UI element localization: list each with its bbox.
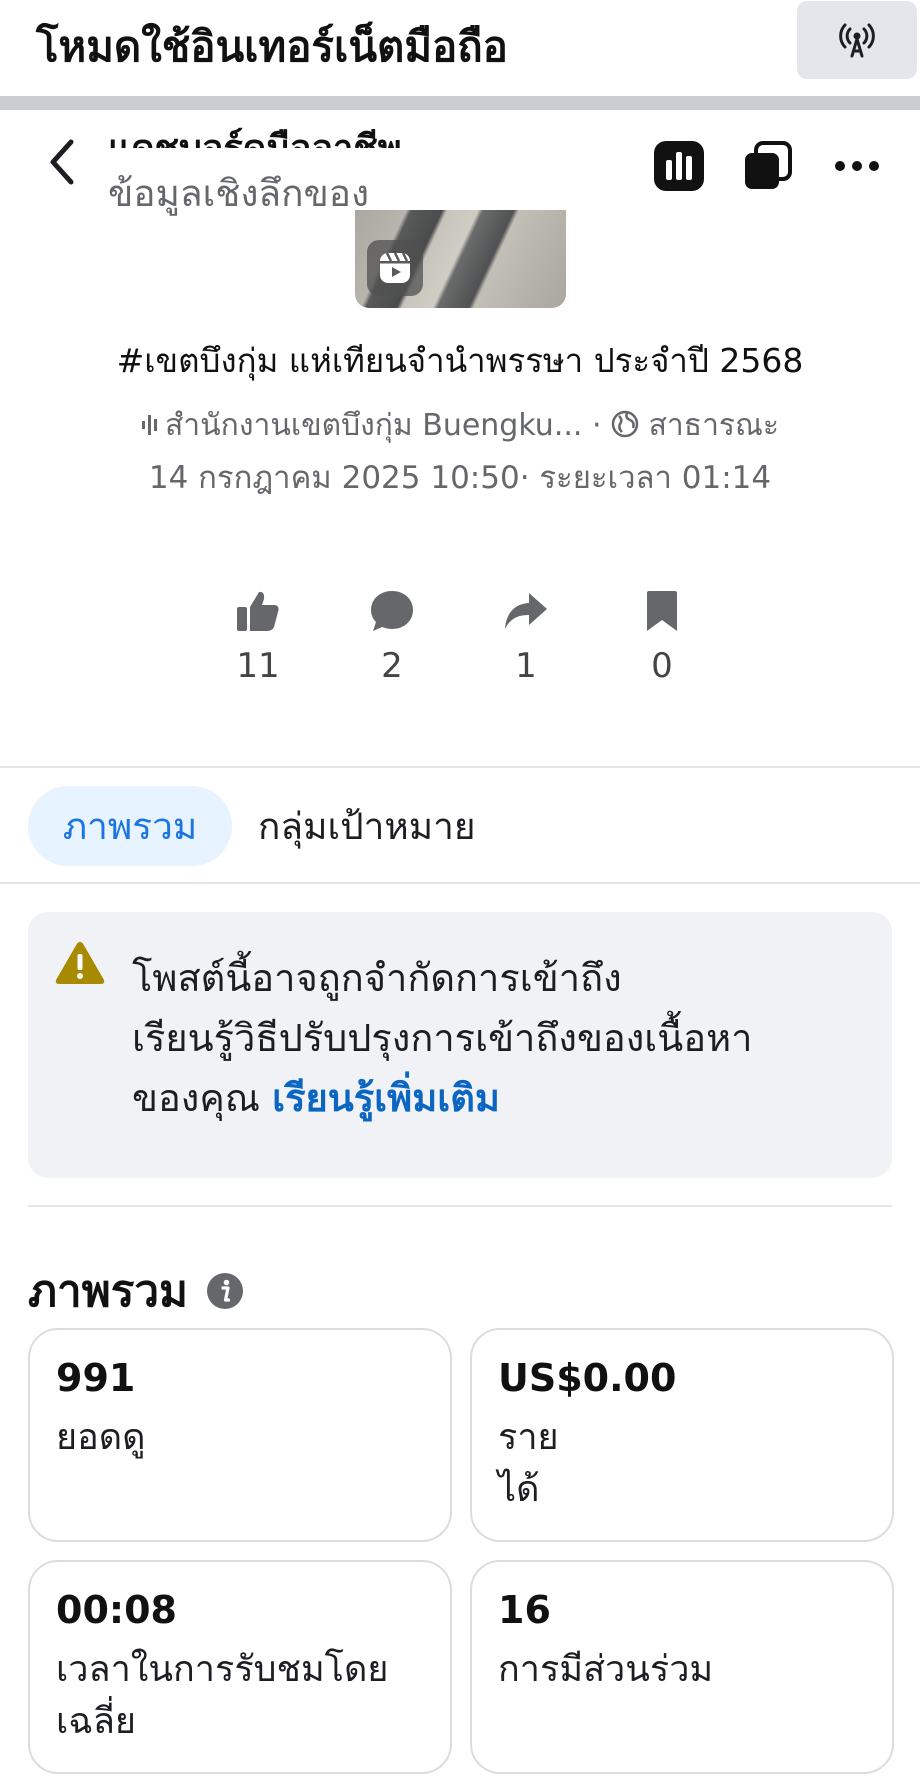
shares-stat: 1: [486, 586, 566, 686]
notice-line-1: โพสต์นี้อาจถูกจำกัดการเข้าถึง: [132, 956, 622, 1000]
more-icon: [835, 161, 879, 171]
info-button[interactable]: [206, 1272, 244, 1310]
comments-count: 2: [381, 646, 403, 686]
engagement-value: 16: [498, 1588, 551, 1632]
post-duration: ระยะเวลา 01:14: [539, 460, 772, 496]
shares-count: 1: [515, 646, 537, 686]
likes-count: 11: [236, 646, 280, 686]
back-button[interactable]: [40, 132, 84, 192]
overview-title: ภาพรวม: [28, 1266, 189, 1317]
saves-stat: 0: [622, 586, 702, 686]
notice-line-3: ของคุณ: [132, 1076, 273, 1120]
post-meta: สำนักงานเขตบึงกุ่ม Buengku... · สาธารณะ: [0, 402, 920, 449]
earnings-value: US$0.00: [498, 1356, 677, 1400]
comments-stat: 2: [352, 586, 432, 686]
back-arrow-icon: [50, 139, 74, 185]
divider: [0, 882, 920, 884]
copy-button[interactable]: [740, 138, 796, 194]
comment-icon: [371, 591, 413, 631]
likes-stat: 11: [218, 586, 298, 686]
meta-separator: ·: [591, 408, 602, 443]
more-button[interactable]: [829, 138, 885, 194]
reels-icon: [380, 252, 410, 283]
learn-more-link[interactable]: เรียนรู้เพิ่มเติม: [272, 1076, 500, 1120]
share-icon: [505, 593, 547, 629]
date-separator: ·: [519, 460, 530, 496]
mobile-data-banner: โหมดใช้อินเทอร์เน็ตมือถือ: [0, 0, 920, 96]
avg-watch-time-value: 00:08: [56, 1588, 177, 1632]
engagement-card[interactable]: 16 การมีส่วนร่วม: [470, 1560, 894, 1774]
post-author[interactable]: สำนักงานเขตบึงกุ่ม Buengku...: [165, 408, 582, 443]
views-card[interactable]: 991 ยอดดู: [28, 1328, 452, 1542]
warning-icon: [55, 942, 105, 984]
divider: [28, 1205, 892, 1207]
saves-count: 0: [651, 646, 673, 686]
like-icon: [237, 591, 279, 631]
bookmark-icon: [647, 591, 677, 631]
insights-button[interactable]: [651, 138, 707, 194]
banner-divider: [0, 96, 920, 110]
post-audience: สาธารณะ: [648, 408, 779, 443]
avg-watch-time-label: เวลาในการรับชมโดยเฉลี่ย: [56, 1649, 389, 1742]
copy-icon: [745, 141, 792, 189]
earnings-card[interactable]: US$0.00 รายได้: [470, 1328, 894, 1542]
views-label: ยอดดู: [56, 1417, 146, 1458]
notice-text: โพสต์นี้อาจถูกจำกัดการเข้าถึง เรียนรู้วิ…: [132, 948, 872, 1128]
bar-chart-icon: [654, 141, 704, 191]
globe-icon: [611, 410, 639, 438]
post-thumbnail[interactable]: [355, 210, 566, 308]
header-subtitle: ข้อมูลเชิงลึกของ: [108, 172, 370, 215]
post-title: #เขตบึงกุ่ม แห่เทียนจำนำพรรษา ประจำปี 25…: [116, 341, 804, 380]
divider: [0, 766, 920, 768]
restriction-notice: โพสต์นี้อาจถูกจำกัดการเข้าถึง เรียนรู้วิ…: [28, 912, 892, 1178]
header-title: แดชบอร์ดมืออาชีพ: [108, 124, 508, 148]
broadcast-button[interactable]: [797, 1, 917, 79]
header: แดชบอร์ดมืออาชีพ ข้อมูลเชิงลึกของ: [0, 110, 920, 215]
overview-section-title: ภาพรวม: [28, 1256, 244, 1326]
info-icon: [207, 1273, 244, 1309]
notice-line-2: เรียนรู้วิธีปรับปรุงการเข้าถึงของเนื้อหา: [132, 1016, 753, 1060]
post-date-line: 14 กรกฎาคม 2025 10:50· ระยะเวลา 01:14: [0, 452, 920, 502]
banner-title: โหมดใช้อินเทอร์เน็ตมือถือ: [36, 22, 508, 71]
broadcast-antenna-icon: [839, 23, 875, 58]
reels-badge: [367, 240, 423, 296]
audio-wave-icon: [142, 415, 157, 435]
tab-overview[interactable]: ภาพรวม: [28, 786, 232, 866]
views-value: 991: [56, 1356, 136, 1400]
post-date: 14 กรกฎาคม 2025 10:50: [148, 460, 520, 496]
tab-audience[interactable]: กลุ่มเป้าหมาย: [258, 786, 476, 866]
engagement-label: การมีส่วนร่วม: [498, 1649, 714, 1690]
earnings-label: รายได้: [498, 1417, 559, 1510]
avg-watch-time-card[interactable]: 00:08 เวลาในการรับชมโดยเฉลี่ย: [28, 1560, 452, 1774]
